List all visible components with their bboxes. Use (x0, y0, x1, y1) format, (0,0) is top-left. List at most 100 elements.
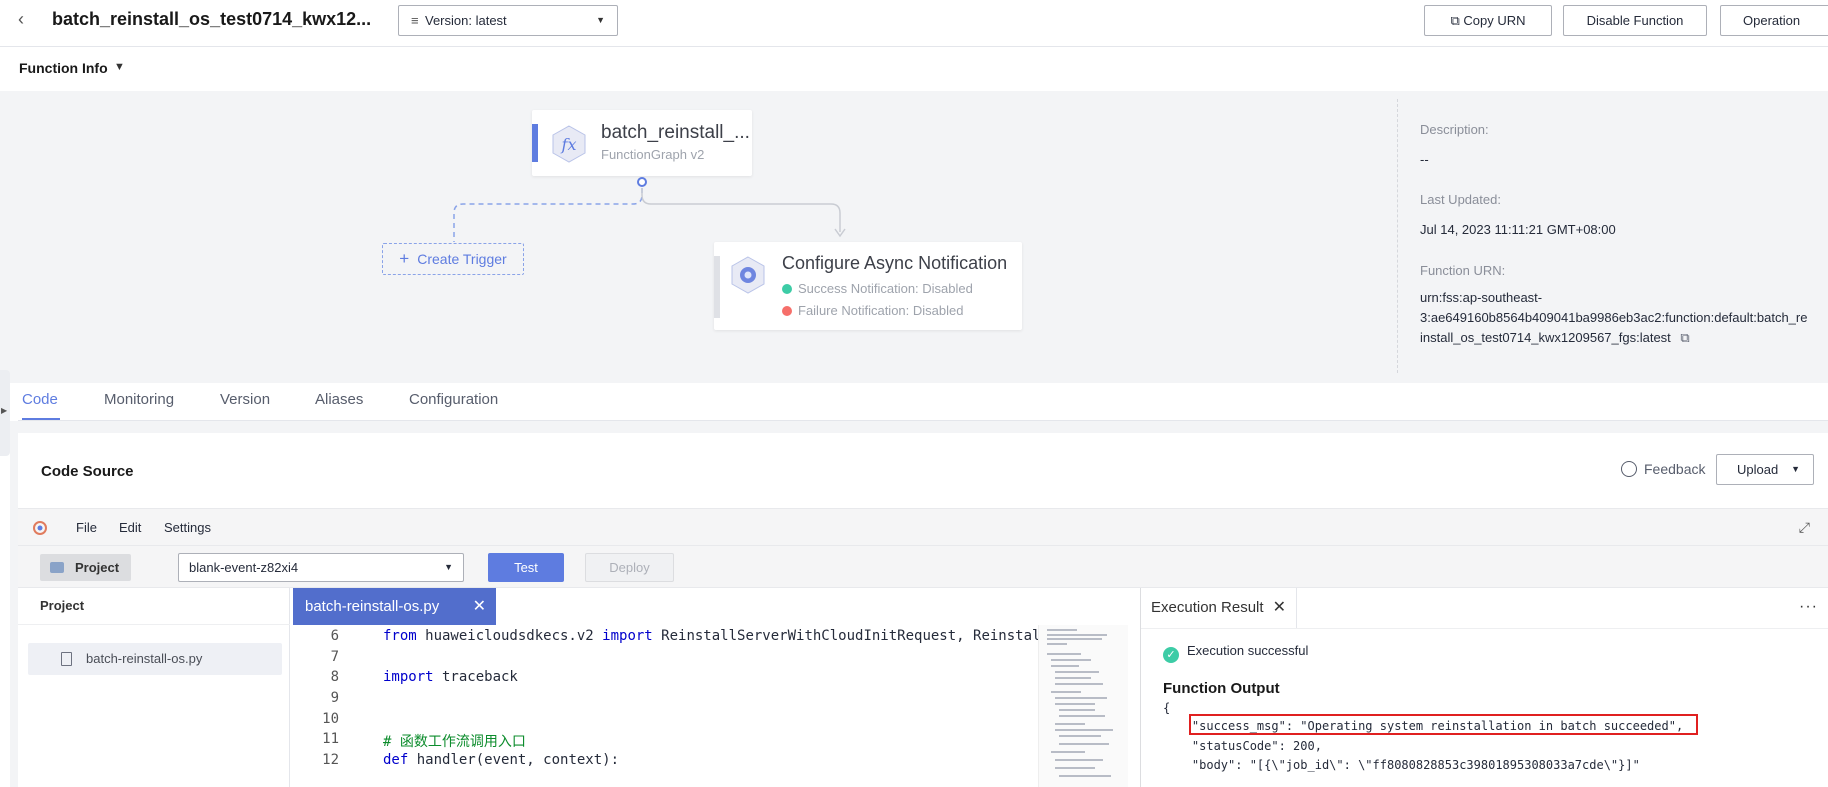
minimap-line (1047, 653, 1081, 655)
ide-logo-icon (33, 521, 47, 535)
description-label: Description: (1420, 122, 1489, 137)
tab-configuration[interactable]: Configuration (409, 391, 498, 408)
layers-icon: ≡ (411, 13, 419, 28)
feedback-link[interactable]: Feedback (1621, 461, 1705, 477)
line-number: 6 (330, 628, 339, 644)
smile-icon (1621, 461, 1637, 477)
function-output-title: Function Output (1163, 680, 1280, 697)
keyword: import (383, 669, 434, 685)
success-msg-highlight-box (1189, 714, 1698, 735)
execution-result-tab[interactable]: Execution Result ✕ (1141, 588, 1297, 628)
line-number: 12 (322, 752, 339, 768)
result-tab-divider (1141, 628, 1828, 629)
async-notification-node[interactable]: Configure Async Notification Success Not… (714, 242, 1022, 330)
ide-toolbar: Project blank-event-z82xi4 ▼ Test Deploy (18, 546, 1828, 588)
test-button[interactable]: Test (488, 553, 564, 582)
last-updated-block: Last Updated: Jul 14, 2023 11:11:21 GMT+… (1420, 192, 1820, 240)
upload-label: Upload (1737, 462, 1779, 477)
create-trigger-button[interactable]: + Create Trigger (382, 243, 524, 275)
success-check-icon: ✓ (1163, 647, 1179, 663)
menu-edit[interactable]: Edit (119, 520, 141, 535)
version-select[interactable]: ≡ Version: latest ▼ (398, 5, 618, 36)
minimap-line (1055, 703, 1095, 705)
minimap-line (1055, 767, 1095, 769)
function-info-row: Function Info ▼ (0, 47, 1828, 91)
svg-text:fx: fx (561, 135, 577, 154)
async-node-accent (714, 256, 720, 318)
more-options-icon[interactable]: ··· (1799, 598, 1818, 616)
menu-settings[interactable]: Settings (164, 520, 211, 535)
file-tree-item[interactable]: batch-reinstall-os.py (28, 643, 282, 675)
diagram-divider (1397, 99, 1398, 373)
tab-version[interactable]: Version (220, 391, 270, 408)
back-arrow-icon[interactable]: ‹ (18, 10, 34, 28)
plus-icon: + (399, 249, 410, 268)
editor-file-tab[interactable]: batch-reinstall-os.py ✕ (293, 588, 496, 625)
version-select-value: Version: latest (425, 13, 507, 28)
function-info-label[interactable]: Function Info (19, 60, 108, 76)
create-trigger-label: Create Trigger (417, 251, 507, 267)
fullscreen-icon[interactable]: ⤢ (1799, 519, 1810, 536)
minimap-line (1055, 683, 1103, 685)
success-notification-status: Success Notification: Disabled (782, 281, 973, 296)
success-notification-label: Success Notification: Disabled (798, 281, 973, 296)
line-number: 7 (330, 649, 339, 665)
line-number: 9 (330, 690, 339, 706)
project-button-label: Project (75, 560, 120, 575)
success-status-dot (782, 284, 792, 294)
code-source-card: Code Source Feedback Upload ▼ File Edit … (18, 433, 1828, 787)
async-notification-icon (731, 256, 765, 294)
execution-status: ✓ Execution successful (1163, 643, 1308, 663)
json-output-line: { (1163, 701, 1171, 715)
folder-icon (50, 562, 64, 573)
close-icon[interactable]: ✕ (473, 588, 486, 625)
minimap-line (1055, 759, 1103, 761)
file-icon (61, 652, 72, 666)
minimap-line (1059, 715, 1105, 717)
urn-line-1: urn:fss:ap-southeast- (1420, 290, 1543, 305)
caret-down-icon[interactable]: ▼ (114, 61, 125, 73)
side-panel-toggle[interactable]: ▶ (0, 370, 10, 456)
line-number: 10 (322, 711, 339, 727)
keyword: def (383, 752, 409, 768)
minimap-line (1059, 743, 1109, 745)
test-event-select[interactable]: blank-event-z82xi4 ▼ (178, 553, 464, 582)
copy-urn-icon[interactable]: ⧉ (1680, 330, 1689, 345)
operation-button[interactable]: Operation (1720, 5, 1828, 36)
tab-aliases[interactable]: Aliases (315, 391, 363, 408)
function-urn-block: Function URN: urn:fss:ap-southeast- 3:ae… (1420, 263, 1820, 348)
code-minimap[interactable] (1038, 625, 1128, 787)
function-title: batch_reinstall_os_test0714_kwx12... (52, 9, 372, 29)
file-tree-item-label: batch-reinstall-os.py (86, 651, 203, 666)
tab-monitoring[interactable]: Monitoring (104, 391, 174, 408)
minimap-line (1051, 751, 1085, 753)
menu-file[interactable]: File (76, 520, 97, 535)
upload-button[interactable]: Upload ▼ (1716, 454, 1814, 485)
deploy-button[interactable]: Deploy (585, 553, 674, 582)
function-tabs: Code Monitoring Version Aliases Configur… (18, 383, 1828, 421)
code-editor[interactable]: batch-reinstall-os.py ✕ 6 from huaweiclo… (293, 588, 1140, 787)
urn-line-3-text: install_os_test0714_kwx1209567_fgs:lates… (1420, 330, 1671, 345)
copy-icon: ⧉ (1450, 13, 1460, 28)
execution-result-panel: Execution Result ✕ ··· ✓ Execution succes… (1140, 588, 1828, 787)
minimap-line (1047, 638, 1102, 640)
minimap-line (1055, 729, 1113, 731)
minimap-line (1051, 659, 1091, 661)
copy-urn-label: Copy URN (1463, 13, 1526, 28)
project-button[interactable]: Project (40, 554, 131, 581)
tab-code[interactable]: Code (22, 391, 58, 408)
function-connector-dot (637, 177, 647, 187)
project-explorer-title: Project (40, 598, 85, 613)
failure-notification-label: Failure Notification: Disabled (798, 303, 964, 318)
close-icon[interactable]: ✕ (1273, 588, 1286, 628)
code-line: import traceback (383, 669, 518, 685)
expand-arrow-icon: ▶ (1, 406, 8, 415)
disable-function-button[interactable]: Disable Function (1563, 5, 1707, 36)
minimap-line (1047, 634, 1107, 636)
function-node-name: batch_reinstall_... (601, 122, 750, 143)
copy-urn-button[interactable]: ⧉ Copy URN (1424, 5, 1552, 36)
code-lines: 6 from huaweicloudsdkecs.v2 import Reins… (293, 625, 1048, 787)
code-line: def handler(event, context): (383, 752, 620, 768)
function-node[interactable]: fx batch_reinstall_... FunctionGraph v2 (532, 110, 752, 176)
minimap-line (1059, 709, 1095, 711)
